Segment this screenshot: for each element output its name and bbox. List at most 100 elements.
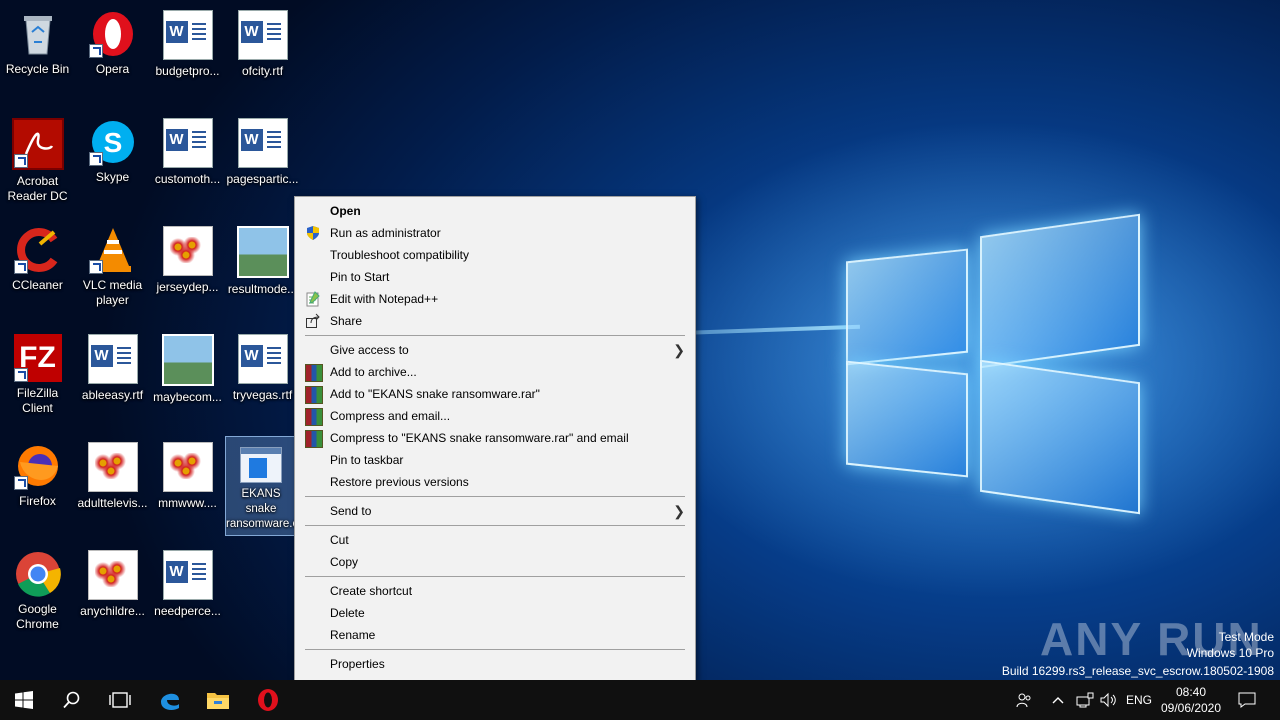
desktop-icon-customoth[interactable]: W customoth... <box>150 112 225 212</box>
shortcut-arrow-icon <box>13 368 28 382</box>
menu-separator <box>305 576 685 577</box>
task-view-button[interactable] <box>96 680 144 720</box>
firefox-icon <box>13 442 62 490</box>
action-center-button[interactable] <box>1232 680 1262 720</box>
input-language-button[interactable]: ENG <box>1124 680 1154 720</box>
word-document-icon: W <box>162 550 213 600</box>
menu-item-pin-to-taskbar[interactable]: Pin to taskbar <box>295 449 695 471</box>
menu-item-rename[interactable]: Rename <box>295 624 695 646</box>
volume-button[interactable] <box>1098 680 1120 720</box>
shortcut-arrow-icon <box>13 260 28 274</box>
menu-item-share[interactable]: Share <box>295 310 695 332</box>
windows-start-icon <box>15 691 33 709</box>
shortcut-arrow-icon <box>13 476 28 490</box>
menu-item-add-to-archive[interactable]: Add to archive... <box>295 361 695 383</box>
word-document-icon: W <box>237 10 288 60</box>
desktop-icon-vlc[interactable]: VLC media player <box>75 220 150 320</box>
clock-time: 08:40 <box>1175 685 1207 699</box>
executable-icon <box>240 447 282 483</box>
menu-item-copy[interactable]: Copy <box>295 551 695 573</box>
opera-icon <box>88 10 137 58</box>
desktop-icon-filezilla[interactable]: FZ FileZilla Client <box>0 328 75 428</box>
show-hidden-icons-button[interactable] <box>1048 680 1068 720</box>
menu-item-run-as-admin[interactable]: Run as administrator <box>295 222 695 244</box>
skype-icon: S <box>88 118 137 166</box>
menu-item-send-to[interactable]: Send to ❯ <box>295 500 695 522</box>
desktop-icon-ofcity[interactable]: W ofcity.rtf <box>225 4 300 104</box>
network-button[interactable] <box>1074 680 1096 720</box>
menu-item-compress-rar-email[interactable]: Compress to "EKANS snake ransomware.rar"… <box>295 427 695 449</box>
menu-item-troubleshoot[interactable]: Troubleshoot compatibility <box>295 244 695 266</box>
chevron-right-icon: ❯ <box>673 342 685 358</box>
clock-date: 09/06/2020 <box>1160 701 1222 715</box>
desktop-icon-chrome[interactable]: Google Chrome <box>0 544 75 644</box>
svg-text:S: S <box>103 127 122 158</box>
menu-item-properties[interactable]: Properties <box>295 653 695 675</box>
menu-item-delete[interactable]: Delete <box>295 602 695 624</box>
opera-icon <box>258 689 278 711</box>
speaker-icon <box>1100 692 1116 708</box>
start-button[interactable] <box>0 680 48 720</box>
winrar-icon <box>305 408 323 426</box>
vlc-icon <box>88 226 137 274</box>
desktop-icon-skype[interactable]: S Skype <box>75 112 150 212</box>
taskbar: ENG 08:40 09/06/2020 <box>0 680 1280 720</box>
task-view-icon <box>109 692 131 708</box>
desktop-icon-resultmode[interactable]: resultmode... <box>225 220 300 320</box>
recycle-bin-icon <box>14 10 62 58</box>
menu-item-edit-notepadpp[interactable]: Edit with Notepad++ <box>295 288 695 310</box>
word-document-icon: W <box>162 118 213 168</box>
people-icon <box>1016 693 1031 708</box>
menu-item-add-to-rar[interactable]: Add to "EKANS snake ransomware.rar" <box>295 383 695 405</box>
windows-logo-wallpaper <box>840 213 1140 515</box>
desktop-icon-recycle-bin[interactable]: Recycle Bin <box>0 4 75 104</box>
desktop-icon-tryvegas[interactable]: W tryvegas.rtf <box>225 328 300 428</box>
desktop-icon-firefox[interactable]: Firefox <box>0 436 75 536</box>
desktop-icon-acrobat[interactable]: Acrobat Reader DC <box>0 112 75 212</box>
desktop-icon-ccleaner[interactable]: CCleaner <box>0 220 75 320</box>
menu-item-cut[interactable]: Cut <box>295 529 695 551</box>
image-file-icon <box>161 334 214 386</box>
taskbar-opera[interactable] <box>244 680 292 720</box>
menu-item-compress-email[interactable]: Compress and email... <box>295 405 695 427</box>
desktop-icon-ableeasy[interactable]: W ableeasy.rtf <box>75 328 150 428</box>
windows-edition-label: Windows 10 Pro <box>1186 646 1274 660</box>
menu-separator <box>305 496 685 497</box>
desktop-icon-jerseydep[interactable]: jerseydep... <box>150 220 225 320</box>
desktop-icon-maybecom[interactable]: maybecom... <box>150 328 225 428</box>
image-file-icon <box>162 226 213 276</box>
shortcut-arrow-icon <box>88 260 103 274</box>
word-document-icon: W <box>87 334 138 384</box>
acrobat-reader-icon <box>11 118 64 170</box>
desktop-icon-anychildre[interactable]: anychildre... <box>75 544 150 644</box>
clock-button[interactable]: 08:40 09/06/2020 <box>1158 680 1224 720</box>
search-button[interactable] <box>48 680 96 720</box>
winrar-icon <box>305 386 323 404</box>
desktop-icon-needperce[interactable]: W needperce... <box>150 544 225 644</box>
taskbar-file-explorer[interactable] <box>194 680 242 720</box>
word-document-icon: W <box>237 334 288 384</box>
menu-item-pin-to-start[interactable]: Pin to Start <box>295 266 695 288</box>
shortcut-arrow-icon <box>88 152 103 166</box>
people-button[interactable] <box>1012 680 1036 720</box>
word-document-icon: W <box>237 118 288 168</box>
menu-separator <box>305 335 685 336</box>
desktop-icon-ekans-exe[interactable]: EKANS snake ransomware.exe <box>225 436 297 536</box>
chevron-right-icon: ❯ <box>673 503 685 519</box>
menu-item-give-access[interactable]: Give access to ❯ <box>295 339 695 361</box>
desktop-icon-mmwww[interactable]: mmwww.... <box>150 436 225 536</box>
taskbar-edge[interactable] <box>146 680 194 720</box>
menu-separator <box>305 525 685 526</box>
image-file-icon <box>87 442 138 492</box>
menu-item-create-shortcut[interactable]: Create shortcut <box>295 580 695 602</box>
desktop-icon-adulttelevis[interactable]: adulttelevis... <box>75 436 150 536</box>
winrar-icon <box>305 430 323 448</box>
menu-item-open[interactable]: Open <box>295 200 695 222</box>
menu-item-restore-versions[interactable]: Restore previous versions <box>295 471 695 493</box>
search-icon <box>63 691 80 709</box>
notification-icon <box>1238 692 1256 708</box>
desktop-icon-pagespartic[interactable]: W pagespartic... <box>225 112 300 212</box>
desktop-icon-opera[interactable]: Opera <box>75 4 150 104</box>
image-file-icon <box>236 226 289 278</box>
desktop-icon-budgetpro[interactable]: W budgetpro... <box>150 4 225 104</box>
